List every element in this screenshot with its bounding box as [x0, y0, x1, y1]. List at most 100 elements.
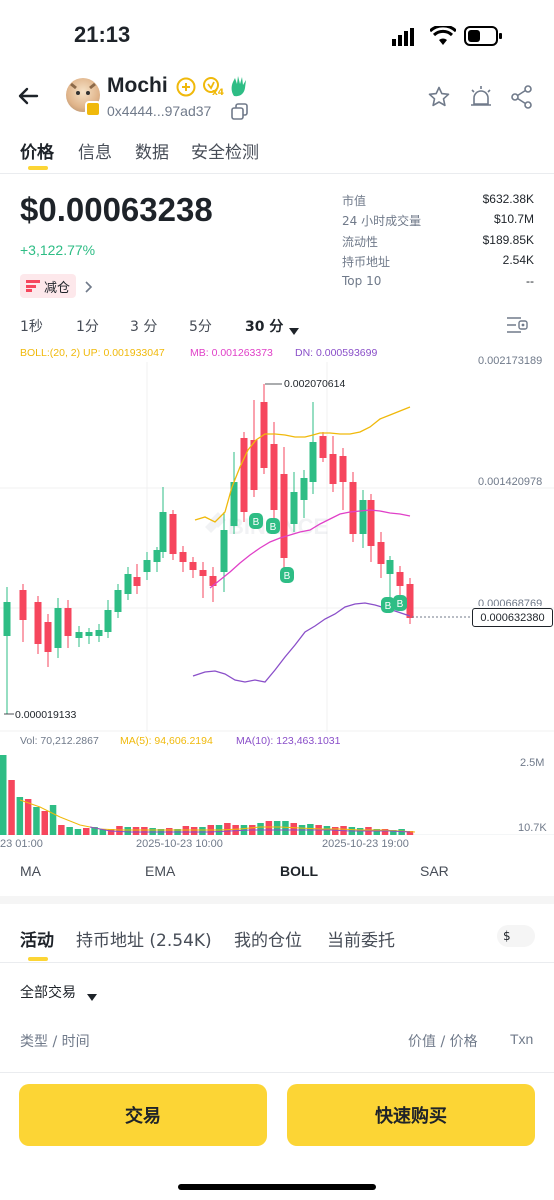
chevron-right-icon[interactable] — [83, 279, 95, 293]
volume-bar — [290, 823, 297, 835]
candle-body — [19, 590, 27, 620]
tab-holders[interactable]: 持币地址 (2.54K) — [76, 926, 212, 951]
indicator-boll[interactable]: BOLL — [280, 863, 318, 879]
candle-body — [114, 590, 122, 612]
price-chart[interactable]: BINANCE B B B B B 0.002070614 0.00001913… — [0, 362, 554, 742]
buy-marker-label: B — [284, 571, 291, 582]
interval-5m[interactable]: 5分 — [189, 316, 212, 336]
stat-value: $189.85K — [482, 233, 534, 247]
col-value-price: 价值 / 价格 — [408, 1034, 478, 1050]
volume-bar — [83, 828, 90, 835]
volume-bar — [41, 811, 48, 835]
signal-icon — [392, 28, 416, 46]
current-price-tag-value: 0.000632380 — [480, 611, 545, 624]
col-type-time: 类型 / 时间 — [20, 1034, 90, 1050]
volume-bar — [132, 827, 140, 835]
reduce-icon — [26, 280, 40, 292]
tab-info[interactable]: 信息 — [78, 138, 112, 163]
price-axis-label: 0.001420978 — [478, 476, 543, 488]
volume-bar — [8, 780, 15, 835]
low-label: 0.000019133 — [15, 709, 76, 721]
candle-body — [250, 440, 258, 490]
alert-icon[interactable] — [468, 84, 494, 110]
stat-label: 持币地址 — [342, 255, 391, 269]
volume-bar — [257, 823, 264, 835]
candle-body — [44, 622, 52, 652]
candle-body — [3, 602, 11, 636]
tab-data[interactable]: 数据 — [135, 138, 169, 163]
tab-price[interactable]: 价格 — [20, 138, 54, 163]
stat-value: -- — [526, 274, 534, 288]
candle-body — [179, 552, 187, 562]
favorite-icon[interactable] — [427, 85, 451, 109]
indicator-sar[interactable]: SAR — [420, 863, 449, 879]
chart-settings-icon[interactable] — [506, 316, 528, 334]
candle-body — [359, 500, 367, 534]
candle-body — [396, 572, 404, 586]
candle-body — [290, 492, 298, 524]
volume-bar — [282, 821, 289, 835]
interval-3m[interactable]: 3 分 — [130, 316, 157, 336]
bottom-bar-divider — [0, 1072, 554, 1073]
indicator-ema[interactable]: EMA — [145, 863, 175, 879]
candle-body — [309, 442, 317, 482]
interval-30m[interactable]: 30 分 — [245, 316, 283, 336]
caret-down-icon[interactable] — [289, 321, 299, 335]
boll-lower-line — [192, 602, 411, 683]
currency-toggle[interactable]: $ — [497, 925, 535, 947]
volume-bars — [0, 755, 414, 835]
candle-body — [104, 610, 112, 632]
candle-body — [189, 562, 197, 570]
stat-label: 市值 — [342, 194, 367, 208]
volume-axis-min: 10.7K — [518, 822, 547, 834]
candle-body — [319, 436, 327, 458]
verified-icon — [176, 77, 196, 97]
candle-body — [153, 550, 161, 562]
filter-caret-icon[interactable] — [87, 987, 97, 1001]
tab-security[interactable]: 安全检测 — [191, 138, 259, 163]
reduce-label: 减仓 — [44, 280, 71, 296]
candle-body — [34, 602, 42, 644]
quick-buy-button[interactable]: 快速购买 — [287, 1084, 535, 1146]
trade-button[interactable]: 交易 — [19, 1084, 267, 1146]
battery-icon — [464, 26, 504, 46]
hand-icon — [229, 74, 249, 98]
buy-marker-label: B — [253, 517, 260, 528]
price-change: +3,122.77% — [20, 242, 96, 258]
copy-icon[interactable] — [231, 103, 249, 121]
candle-body — [133, 577, 141, 586]
candle-body — [349, 482, 357, 534]
candle-body — [339, 456, 347, 482]
tabs-divider — [0, 173, 554, 174]
tab-my-positions[interactable]: 我的仓位 — [234, 926, 302, 951]
activity-tab-indicator — [28, 957, 48, 961]
candle-body — [54, 608, 62, 648]
volume-bar — [16, 797, 24, 835]
share-icon[interactable] — [509, 84, 535, 110]
candle-body — [329, 454, 337, 484]
high-label: 0.002070614 — [284, 378, 345, 390]
time-axis-label: 2025-10-23 19:00 — [322, 838, 409, 850]
volume-bar — [332, 827, 339, 835]
tabs-bottom-divider — [0, 962, 554, 963]
tab-open-orders[interactable]: 当前委托 — [327, 926, 395, 951]
back-icon[interactable] — [16, 84, 40, 108]
indicator-ma[interactable]: MA — [20, 863, 41, 879]
candle-body — [209, 576, 217, 586]
candle-body — [169, 514, 177, 554]
reduce-position-tag[interactable]: 减仓 — [20, 274, 77, 298]
interval-1s[interactable]: 1秒 — [20, 316, 43, 336]
price-axis-label: 0.002173189 — [478, 355, 543, 367]
trade-filter[interactable]: 全部交易 — [20, 982, 76, 1002]
contract-address: 0x4444...97ad37 — [107, 103, 212, 119]
volume-bar — [66, 827, 73, 835]
status-time: 21:13 — [74, 22, 131, 47]
interval-1m[interactable]: 1分 — [76, 316, 99, 336]
tab-activity[interactable]: 活动 — [20, 926, 54, 951]
volume-bar — [0, 755, 7, 835]
candle-body — [143, 560, 151, 572]
boll-mb-value: MB: 0.001263373 — [190, 347, 273, 359]
candle-body — [64, 608, 72, 636]
time-axis-label: 2025-10-23 10:00 — [136, 838, 223, 850]
candle-body — [280, 474, 288, 558]
